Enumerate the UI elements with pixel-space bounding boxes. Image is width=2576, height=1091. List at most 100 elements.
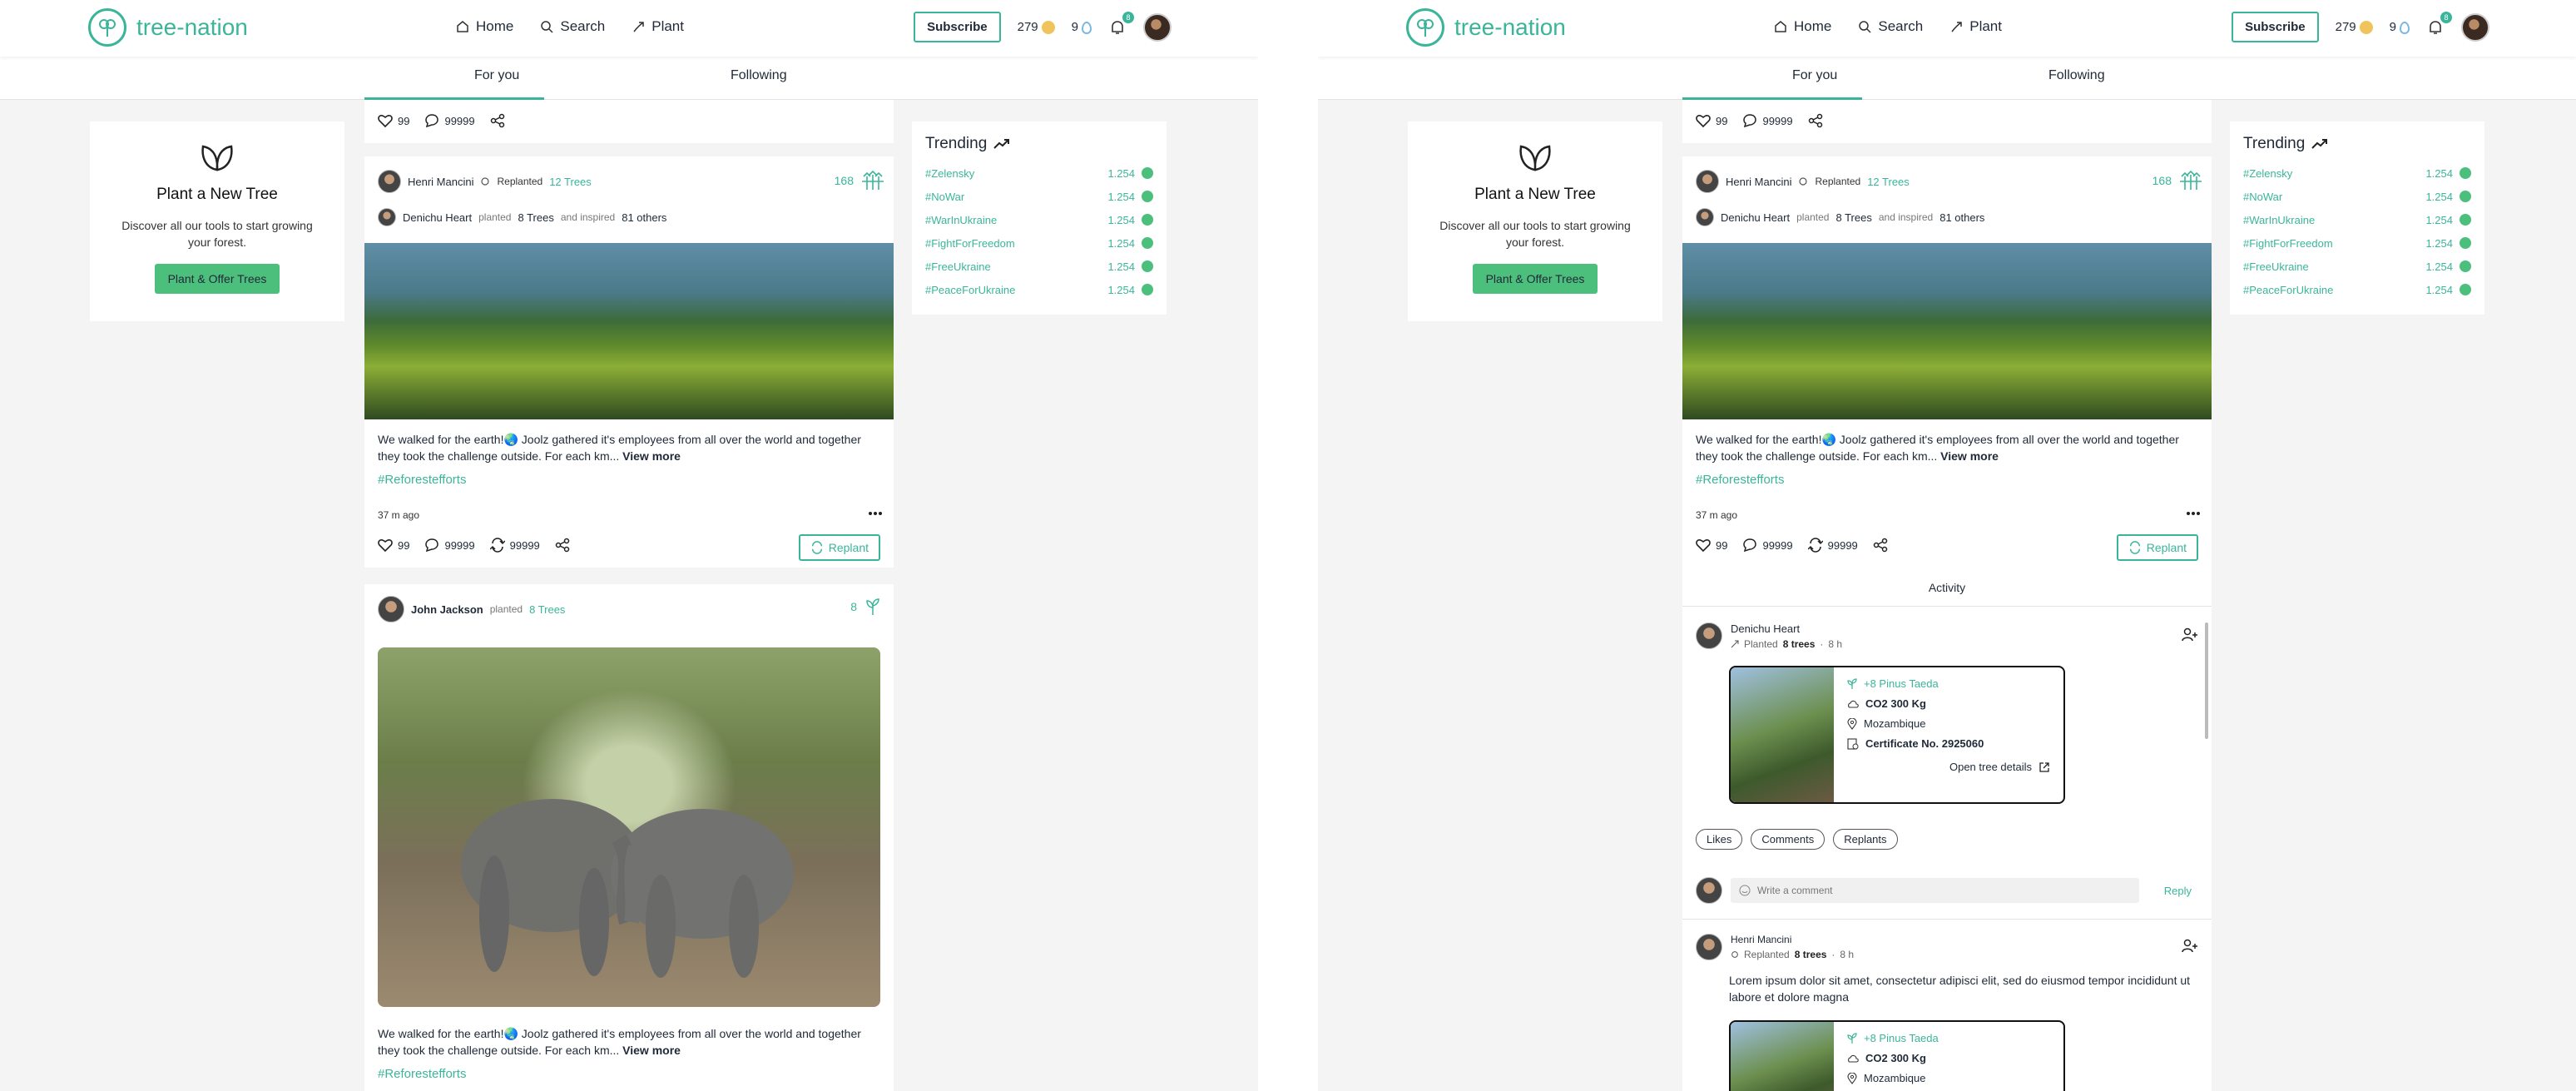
brand-logo[interactable]: tree-nation bbox=[88, 8, 248, 47]
nav-home[interactable]: Home bbox=[456, 18, 513, 35]
post-image[interactable] bbox=[364, 243, 894, 419]
tab-following[interactable]: Following bbox=[2048, 68, 2105, 83]
more-icon[interactable] bbox=[2187, 511, 2200, 516]
replant-count-button[interactable]: 99999 bbox=[489, 538, 540, 553]
like-button[interactable]: 99 bbox=[1696, 114, 1727, 127]
nav-search[interactable]: Search bbox=[1858, 18, 1923, 35]
trending-item[interactable]: #FightForFreedom 1.254 bbox=[925, 231, 1153, 255]
post-action: Replanted bbox=[1815, 176, 1861, 187]
trending-item[interactable]: #WarInUkraine 1.254 bbox=[2243, 208, 2471, 231]
replant-count-button[interactable]: 99999 bbox=[1807, 538, 1858, 553]
trending-item[interactable]: #WarInUkraine 1.254 bbox=[925, 208, 1153, 231]
add-user-icon[interactable] bbox=[2182, 939, 2198, 954]
avatar[interactable] bbox=[378, 596, 404, 622]
water-drop-icon bbox=[1082, 21, 1092, 34]
post-author[interactable]: Henri Mancini bbox=[1726, 176, 1791, 188]
subscribe-button[interactable]: Subscribe bbox=[914, 12, 1001, 42]
trending-item[interactable]: #NoWar 1.254 bbox=[2243, 185, 2471, 208]
comment-button[interactable]: 99999 bbox=[424, 113, 475, 128]
tab-following[interactable]: Following bbox=[731, 68, 787, 83]
trending-item[interactable]: #Zelensky 1.254 bbox=[2243, 161, 2471, 185]
like-button[interactable]: 99 bbox=[1696, 538, 1727, 552]
comment-button[interactable]: 99999 bbox=[424, 538, 475, 553]
post-author[interactable]: Henri Mancini bbox=[408, 176, 473, 188]
comment-input[interactable]: Write a comment bbox=[1731, 878, 2139, 903]
pill-comments[interactable]: Comments bbox=[1751, 829, 1825, 850]
subscribe-button[interactable]: Subscribe bbox=[2232, 12, 2319, 42]
trending-item[interactable]: #FightForFreedom 1.254 bbox=[2243, 231, 2471, 255]
drops-counter[interactable]: 9 bbox=[2390, 20, 2410, 34]
scrollbar[interactable] bbox=[2205, 622, 2208, 739]
post-image[interactable] bbox=[1682, 243, 2212, 419]
user-avatar[interactable] bbox=[1143, 12, 1172, 42]
activity-user[interactable]: Denichu Heart bbox=[1731, 622, 1842, 635]
comment-button[interactable]: 99999 bbox=[1742, 113, 1793, 128]
post-hashtag[interactable]: #Reforestefforts bbox=[378, 473, 466, 487]
share-button[interactable] bbox=[1808, 113, 1823, 128]
reply-button[interactable]: Reply bbox=[2147, 885, 2198, 897]
forest-icon bbox=[2180, 170, 2202, 190]
avatar[interactable] bbox=[1696, 170, 1719, 193]
post-hashtag[interactable]: #Reforestefforts bbox=[378, 1067, 466, 1081]
like-button[interactable]: 99 bbox=[378, 114, 409, 127]
trending-item[interactable]: #FreeUkraine 1.254 bbox=[925, 255, 1153, 278]
inspired-count[interactable]: 81 others bbox=[622, 211, 666, 224]
inspired-count[interactable]: 81 others bbox=[1939, 211, 1984, 224]
coins-counter[interactable]: 279 bbox=[1018, 20, 1055, 35]
nav-plant[interactable]: Plant bbox=[632, 18, 684, 35]
pill-replants[interactable]: Replants bbox=[1833, 829, 1898, 850]
trending-item[interactable]: #PeaceForUkraine 1.254 bbox=[925, 278, 1153, 301]
tree-details-card[interactable]: +8 Pinus Taeda CO2 300 Kg Mozambique bbox=[1729, 1020, 2065, 1091]
tab-for-you[interactable]: For you bbox=[474, 68, 519, 83]
trending-tag: #Zelensky bbox=[925, 166, 975, 180]
nav-plant[interactable]: Plant bbox=[1949, 18, 2002, 35]
trending-item[interactable]: #Zelensky 1.254 bbox=[925, 161, 1153, 185]
tree-count: 168 bbox=[2152, 174, 2172, 187]
trees-link[interactable]: 8 Trees bbox=[529, 603, 565, 616]
trending-item[interactable]: #NoWar 1.254 bbox=[925, 185, 1153, 208]
add-user-icon[interactable] bbox=[2182, 627, 2198, 642]
nav-search[interactable]: Search bbox=[540, 18, 605, 35]
notifications-button[interactable]: 8 bbox=[2426, 11, 2452, 37]
activity-user[interactable]: Henri Mancini bbox=[1731, 934, 1854, 945]
open-tree-details-link[interactable]: Open tree details bbox=[1949, 761, 2032, 773]
post-author[interactable]: John Jackson bbox=[411, 603, 483, 616]
plant-offer-button[interactable]: Plant & Offer Trees bbox=[1472, 264, 1598, 294]
pill-likes[interactable]: Likes bbox=[1696, 829, 1743, 850]
user-avatar[interactable] bbox=[2461, 12, 2489, 42]
view-more-link[interactable]: View more bbox=[622, 1044, 681, 1057]
avatar[interactable] bbox=[1696, 208, 1714, 226]
replant-button[interactable]: Replant bbox=[2116, 534, 2198, 561]
avatar[interactable] bbox=[1696, 622, 1722, 649]
view-more-link[interactable]: View more bbox=[622, 449, 681, 463]
nav-home[interactable]: Home bbox=[1774, 18, 1831, 35]
comment-button[interactable]: 99999 bbox=[1742, 538, 1793, 553]
drops-counter[interactable]: 9 bbox=[1072, 20, 1092, 34]
brand-logo[interactable]: tree-nation bbox=[1406, 8, 1566, 47]
trending-tag: #FightForFreedom bbox=[2243, 236, 2333, 250]
plant-offer-button[interactable]: Plant & Offer Trees bbox=[154, 264, 280, 294]
tree-details-card[interactable]: +8 Pinus Taeda CO2 300 Kg Mozambique Cer… bbox=[1729, 666, 2065, 804]
avatar[interactable] bbox=[1696, 934, 1722, 960]
sub-author[interactable]: Denichu Heart bbox=[403, 211, 472, 224]
avatar[interactable] bbox=[378, 208, 396, 226]
tree-count: 168 bbox=[834, 174, 854, 187]
tab-for-you[interactable]: For you bbox=[1792, 68, 1837, 83]
post-image[interactable] bbox=[378, 647, 880, 1007]
replant-button[interactable]: Replant bbox=[798, 534, 880, 561]
like-button[interactable]: 99 bbox=[378, 538, 409, 552]
view-more-link[interactable]: View more bbox=[1940, 449, 1999, 463]
avatar[interactable] bbox=[378, 170, 401, 193]
share-button[interactable] bbox=[490, 113, 505, 128]
more-icon[interactable] bbox=[869, 511, 882, 516]
trees-link[interactable]: 12 Trees bbox=[549, 176, 592, 188]
trending-item[interactable]: #PeaceForUkraine 1.254 bbox=[2243, 278, 2471, 301]
post-hashtag[interactable]: #Reforestefforts bbox=[1696, 473, 1784, 487]
coins-counter[interactable]: 279 bbox=[2336, 20, 2373, 35]
sub-author[interactable]: Denichu Heart bbox=[1721, 211, 1790, 224]
trending-item[interactable]: #FreeUkraine 1.254 bbox=[2243, 255, 2471, 278]
trees-link[interactable]: 12 Trees bbox=[1867, 176, 1910, 188]
share-button[interactable] bbox=[1873, 538, 1888, 553]
notifications-button[interactable]: 8 bbox=[1108, 11, 1134, 37]
share-button[interactable] bbox=[555, 538, 570, 553]
